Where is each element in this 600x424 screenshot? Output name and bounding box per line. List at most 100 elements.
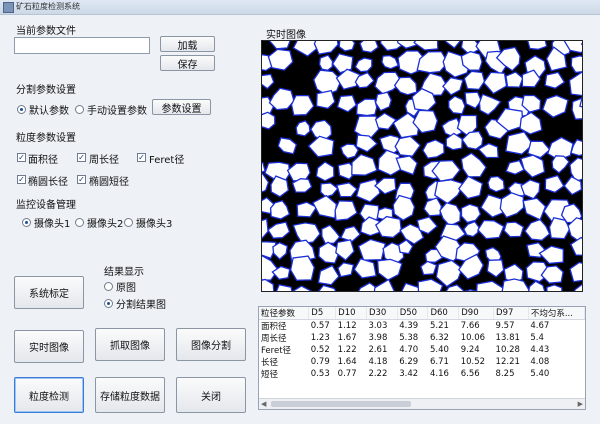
camera1-radio[interactable] xyxy=(22,218,31,227)
ore-grain-outline xyxy=(413,41,439,51)
table-row[interactable]: Feret径 0.52 1.22 2.61 4.70 5.40 9.24 10.… xyxy=(259,344,585,356)
ore-grain-outline xyxy=(499,192,525,219)
ellipse-major-checkbox[interactable]: ✓ xyxy=(17,175,26,184)
ore-grain-outline xyxy=(269,41,291,50)
manual-params-radio[interactable] xyxy=(75,105,84,114)
ore-grain-outline xyxy=(460,203,482,224)
ore-grain-outline xyxy=(422,139,445,159)
ore-grain-outline xyxy=(320,182,339,198)
ore-grain-outline xyxy=(524,218,551,241)
table-cell: 5.21 xyxy=(429,321,449,331)
granularity-detect-button[interactable]: 粒度检测 xyxy=(14,377,84,413)
original-image-radio[interactable] xyxy=(104,282,113,291)
ore-grain-outline xyxy=(262,73,275,90)
live-image-button[interactable]: 实时图像 xyxy=(14,330,84,363)
ore-grain-outline xyxy=(420,260,438,276)
monitor-section-label: 监控设备管理 xyxy=(16,200,76,211)
ore-grain-outline xyxy=(434,179,465,205)
table-row[interactable]: 周长径 1.23 1.67 3.98 5.38 6.32 10.06 13.81… xyxy=(259,332,585,344)
ore-grain-outline xyxy=(546,284,563,291)
save-button[interactable]: 保存 xyxy=(160,55,215,71)
table-cell: 5.38 xyxy=(399,333,419,343)
table-cell: 2.22 xyxy=(368,369,388,379)
ore-grain-outline xyxy=(289,255,315,281)
ore-grain-outline xyxy=(460,152,487,178)
ore-grain-outline xyxy=(381,54,400,70)
ore-grain-outline xyxy=(317,264,340,286)
capture-image-button[interactable]: 抓取图像 xyxy=(95,328,165,361)
table-cell: 1.67 xyxy=(337,333,357,343)
table-horizontal-scrollbar[interactable]: ◀ ▶ xyxy=(259,398,585,409)
table-cell: 5.40 xyxy=(530,369,550,379)
ore-grain-outline xyxy=(351,153,378,176)
camera3-radio[interactable] xyxy=(124,218,133,227)
table-row[interactable]: 短径 0.53 0.77 2.22 3.42 4.16 6.56 8.25 5.… xyxy=(259,368,585,380)
table-cell: 10.06 xyxy=(460,333,486,343)
table-cell: 4.08 xyxy=(530,357,550,367)
ore-grain-outline xyxy=(541,94,569,118)
ore-grain-outline xyxy=(544,71,566,89)
table-row[interactable]: 长径 0.79 1.64 4.18 6.29 6.71 10.52 12.21 … xyxy=(259,356,585,368)
ore-grain-outline xyxy=(569,261,582,283)
table-cell: 4.67 xyxy=(530,321,550,331)
ore-grain-outline xyxy=(355,98,378,117)
close-button[interactable]: 关闭 xyxy=(176,377,246,413)
ore-grain-outline xyxy=(338,41,356,52)
segment-image-button[interactable]: 图像分割 xyxy=(176,328,246,361)
table-cell: 9.57 xyxy=(495,321,515,331)
ore-grain-outline xyxy=(395,155,418,176)
segmented-result-radio[interactable] xyxy=(104,299,113,308)
table-cell: 4.18 xyxy=(368,357,388,367)
title-bar: 矿石粒度检测系统 xyxy=(0,0,600,15)
system-calibrate-button[interactable]: 系统标定 xyxy=(14,276,84,309)
ore-grain-outline xyxy=(374,112,397,130)
table-cell: 4.43 xyxy=(530,345,550,355)
area-diameter-checkbox[interactable]: ✓ xyxy=(17,153,26,162)
scroll-right-arrow-icon[interactable]: ▶ xyxy=(578,400,583,408)
ore-grain-outline xyxy=(569,236,582,256)
store-data-button[interactable]: 存储粒度数据 xyxy=(95,377,165,413)
ore-grain-outline xyxy=(286,162,311,182)
ore-grain-outline xyxy=(394,135,422,157)
table-cell: 7.66 xyxy=(460,321,480,331)
ore-grain-outline xyxy=(354,57,373,73)
ore-grain-outline xyxy=(295,120,311,137)
ellipse-minor-label: 椭圆短径 xyxy=(89,177,129,188)
result-display-section-label: 结果显示 xyxy=(104,267,144,278)
default-params-label: 默认参数 xyxy=(29,106,69,117)
ore-grain-outline xyxy=(355,134,378,153)
camera2-radio[interactable] xyxy=(75,218,84,227)
scroll-left-arrow-icon[interactable]: ◀ xyxy=(261,400,266,408)
app-icon xyxy=(3,2,14,13)
ore-grain-outline xyxy=(334,200,358,222)
ore-grain-outline xyxy=(463,220,480,238)
param-settings-button[interactable]: 参数设置 xyxy=(152,99,211,115)
scroll-thumb[interactable] xyxy=(271,401,411,407)
table-cell: 10.28 xyxy=(495,345,520,355)
table-cell: 6.56 xyxy=(460,369,480,379)
ore-grain-outline xyxy=(528,280,546,291)
ore-grain-outline xyxy=(573,283,582,291)
feret-diameter-checkbox[interactable]: ✓ xyxy=(137,153,146,162)
perimeter-diameter-checkbox[interactable]: ✓ xyxy=(77,153,86,162)
ore-grain-outline xyxy=(374,91,392,112)
ore-grain-outline xyxy=(476,280,506,291)
table-cell: 2.61 xyxy=(368,345,388,355)
ore-grain-outline xyxy=(272,241,289,261)
table-row[interactable]: 面积径 0.57 1.12 3.03 4.39 5.21 7.66 9.57 4… xyxy=(259,320,585,332)
header-cell: D97 xyxy=(493,307,529,320)
header-cell: D5 xyxy=(308,307,337,320)
ore-grain-outline xyxy=(267,48,294,71)
ore-grain-outline xyxy=(482,71,508,95)
param-file-path-field[interactable] xyxy=(14,37,150,54)
ore-grain-outline xyxy=(267,221,291,239)
camera3-label: 摄像头3 xyxy=(136,219,173,230)
default-params-radio[interactable] xyxy=(17,105,26,114)
ore-grain-outline xyxy=(337,261,355,278)
ore-grain-outline xyxy=(435,259,463,288)
load-button[interactable]: 加载 xyxy=(160,36,215,52)
results-table[interactable]: 粒径参数 D5 D10 D30 D50 D60 D90 D97 不均匀系... … xyxy=(258,306,586,410)
ellipse-minor-checkbox[interactable]: ✓ xyxy=(77,175,86,184)
ore-grain-outline xyxy=(353,258,377,279)
ore-grain-outline xyxy=(339,225,362,243)
